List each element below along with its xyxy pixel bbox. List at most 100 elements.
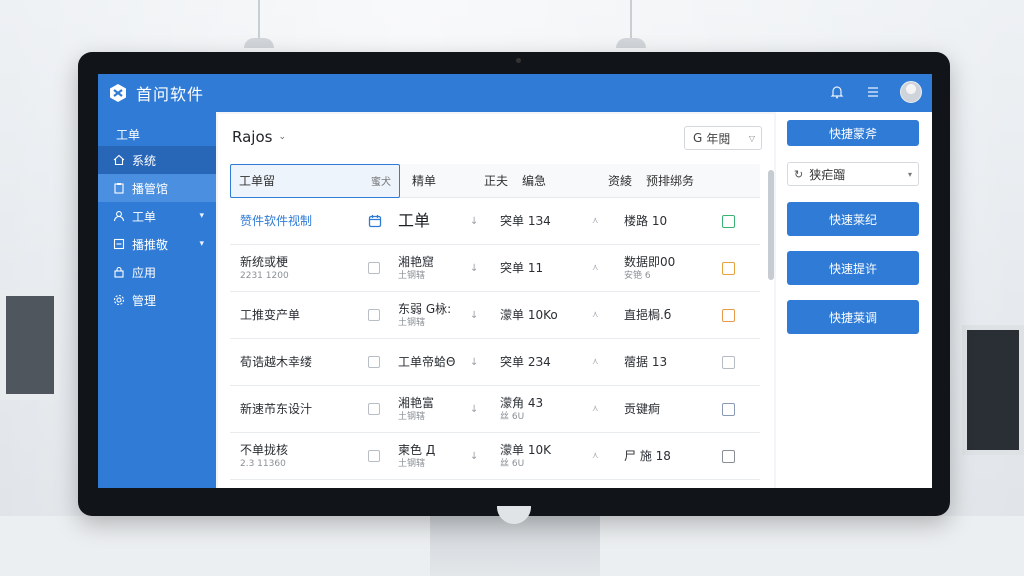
item-value: 工单 [398, 211, 431, 231]
ticket-name[interactable]: 赞件软件视制 [230, 213, 364, 229]
sort-icon[interactable]: ⋏ [592, 216, 624, 226]
status-checkbox[interactable] [722, 261, 735, 275]
chevron-down-icon: ▾ [199, 239, 204, 249]
ticket-title: 不单拢核 [240, 442, 289, 457]
table-row[interactable]: 赞件软件视制 工单 ↓ 突单 1З4 ⋏ 楼路 10 [230, 198, 760, 245]
chevron-down-icon: ▾ [199, 211, 204, 221]
home-icon [112, 153, 126, 167]
item-sub: 土钢辖 [398, 318, 426, 329]
column-header-urgency[interactable]: 编急 [522, 172, 608, 189]
ticket-name: 工推变产单 [230, 307, 364, 323]
sidebar-item-system[interactable]: 系统 [98, 146, 216, 174]
bell-icon[interactable] [828, 83, 846, 101]
urgency-cell: 濛单 10K 丝 6U [500, 442, 592, 470]
item-cell: 工单 [398, 210, 470, 232]
item-value: 工单帝蛤Θ [398, 354, 456, 369]
row-checkbox[interactable] [368, 403, 380, 415]
quick-select[interactable]: ↻ 狭疟蹓 ▾ [787, 162, 919, 186]
panel-title: Rajos [232, 128, 273, 146]
sidebar-item-admin[interactable]: 管理 [98, 286, 216, 314]
chevron-down-icon: ▽ [748, 133, 755, 143]
quick-action-button-4[interactable]: 快捷莱调 [787, 300, 919, 334]
sort-icon[interactable]: ⋏ [592, 451, 624, 461]
table-row[interactable]: 工推变产单 东弱 G栐: 土钢辖 ↓ 濛单 10Ko ⋏ 直挹梮.б [230, 292, 760, 339]
calendar-icon[interactable] [368, 214, 382, 228]
row-checkbox[interactable] [368, 309, 380, 321]
schedule-cell: 尸 施 18 [624, 448, 722, 464]
status-checkbox[interactable] [722, 308, 735, 322]
item-cell: 东弱 G栐: 土钢辖 [398, 301, 470, 329]
scrollbar[interactable] [768, 170, 774, 280]
item-sub: 土钢辖 [398, 271, 426, 282]
column-header-resource[interactable]: 资綾 [608, 172, 646, 189]
logo-icon [108, 83, 128, 103]
row-checkbox[interactable] [368, 450, 380, 462]
sort-icon[interactable]: ⋏ [592, 310, 624, 320]
schedule-value: 蓿据 13 [624, 354, 668, 369]
table-row[interactable]: 新储或梯潇色毒↓濛单 13⋏管 粽 13 [230, 480, 760, 488]
table-row[interactable]: 不单拢核 2.3 11360 柬色 Д 土钢辖 ↓ 濛单 10K 丝 6U ⋏ 尸 施 18 [230, 433, 760, 480]
quick-action-button-2[interactable]: 快速莱纪 [787, 202, 919, 236]
row-checkbox[interactable] [368, 356, 380, 368]
urgency-cell: 突单 1З4 [500, 213, 592, 229]
sidebar-item-label: 播管馆 [132, 181, 169, 196]
sidebar-item-push[interactable]: 播推敬 ▾ [98, 230, 216, 258]
ticket-title: 荀诰越木幸缕 [240, 354, 313, 369]
urgency-value: 濛单 10Ko [500, 307, 558, 322]
app-logo[interactable]: 首问软件 [108, 81, 204, 105]
sort-icon[interactable]: ⋏ [592, 263, 624, 273]
menu-icon[interactable] [864, 83, 882, 101]
column-header-ticket[interactable]: 工单留 蜜犬 [230, 163, 400, 198]
schedule-cell: 楼路 10 [624, 213, 722, 229]
sort-icon[interactable]: ⋏ [592, 404, 624, 414]
status-checkbox[interactable] [722, 449, 735, 463]
item-cell: 工单帝蛤Θ [398, 354, 470, 370]
sidebar-item-management[interactable]: 播管馆 [98, 174, 216, 202]
avatar[interactable] [900, 81, 922, 103]
quick-action-button-3[interactable]: 快速提许 [787, 251, 919, 285]
list-icon [112, 237, 126, 251]
urgency-cell: 突单 2З4 [500, 354, 592, 370]
background-monitor [0, 290, 60, 400]
quick-select-value: 狭疟蹓 [809, 167, 846, 182]
lock-icon [112, 265, 126, 279]
column-header-priority[interactable]: 正夫 [484, 172, 522, 189]
panel-title-dropdown[interactable]: Rajos ⌄ [232, 128, 286, 146]
sort-icon[interactable]: ⋏ [592, 357, 624, 367]
sidebar-item-tickets[interactable]: 工单 ▾ [98, 202, 216, 230]
ticket-id: 2.3 11360 [240, 459, 286, 470]
quick-actions-panel: 快捷蒙斧 ↻ 狭疟蹓 ▾ 快速莱纪 快速提许 快捷莱调 [776, 112, 932, 488]
urgency-value: 突单 2З4 [500, 354, 551, 369]
item-value: 湘艳窟 [398, 254, 435, 269]
column-header-schedule[interactable]: 预排绑务 [646, 172, 694, 189]
table-row[interactable]: 荀诰越木幸缕 工单帝蛤Θ ↓ 突单 2З4 ⋏ 蓿据 13 [230, 339, 760, 386]
g-icon: G [693, 131, 703, 145]
arrow-down-icon: ↓ [470, 262, 479, 274]
arrow-down-icon: ↓ [470, 450, 479, 462]
status-checkbox[interactable] [722, 355, 735, 369]
monitor-stand [430, 516, 600, 576]
urgency-value: 突单 11 [500, 260, 544, 275]
status-checkbox[interactable] [722, 214, 735, 228]
sidebar-item-apps[interactable]: 应用 [98, 258, 216, 286]
table-row[interactable]: 新速芇东设汁 湘艳富 土钢辖 ↓ 濛角 43 丝 6U ⋏ 贡键痾 [230, 386, 760, 433]
quick-action-button-1[interactable]: 快捷蒙斧 [787, 120, 919, 146]
urgency-value: 突单 1З4 [500, 213, 551, 228]
urgency-sub: 丝 6U [500, 459, 525, 470]
ticket-name: 荀诰越木幸缕 [230, 354, 364, 370]
column-label: 工单留 [239, 174, 276, 188]
table-row[interactable]: 新统或梗 2231 1200 湘艳窟 土钢辖 ↓ 突单 11 ⋏ 数据即00 安铯 6 [230, 245, 760, 292]
sidebar-item-label: 播推敬 [132, 237, 169, 252]
date-filter-button[interactable]: G 年閱 ▽ [684, 126, 762, 150]
schedule-cell: 贡键痾 [624, 401, 722, 417]
chevron-down-icon: ▾ [907, 169, 912, 179]
sidebar-section-title: 工单 [116, 128, 141, 142]
status-checkbox[interactable] [722, 402, 735, 416]
app-window: 首问软件 工单 系统 播管馆 工单 ▾ 播推敬 ▾ 应用 管理 Rajos ⌄ … [98, 74, 932, 488]
sidebar-item-label: 工单 [132, 209, 157, 224]
schedule-value: 数据即00 [624, 254, 676, 269]
background-monitor [962, 325, 1024, 455]
column-header-item[interactable]: 精单 [412, 172, 484, 189]
ticket-id: 2231 1200 [240, 271, 289, 282]
row-checkbox[interactable] [368, 262, 380, 274]
